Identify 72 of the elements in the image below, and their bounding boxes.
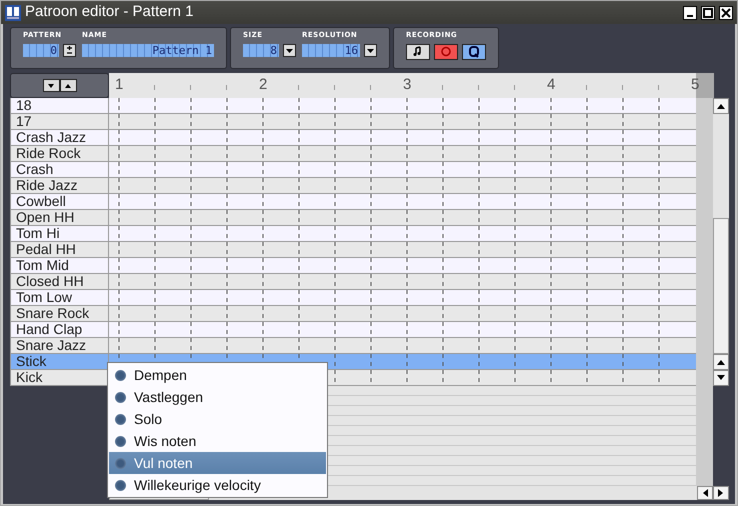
menu-item[interactable]: Dempen [109,364,326,386]
bullet-icon [115,436,126,446]
lcd-field[interactable]: 16 [302,44,360,57]
scroll-right-button[interactable] [713,486,729,500]
instrument-name[interactable]: Pedal HH [10,242,109,258]
instrument-name[interactable]: 18 [10,98,109,114]
menu-item[interactable]: Solo [109,408,326,430]
note-button[interactable] [406,44,430,60]
instrument-name[interactable]: Stick [10,354,109,370]
instrument-name[interactable]: Closed HH [10,274,109,290]
scroll-up-button[interactable] [713,354,729,370]
instrument-name[interactable]: Cowbell [10,194,109,210]
menu-item[interactable]: Willekeurige velocity [109,474,326,496]
caret-icon [285,46,294,55]
instrument-name[interactable]: 17 [10,114,109,130]
instrument-name[interactable]: Ride Jazz [10,178,109,194]
instrument-name[interactable]: Open HH [10,210,109,226]
menu-item[interactable]: Vastleggen [109,386,326,408]
right-arrow-icon [718,489,724,497]
instrument-name[interactable]: Kick [10,370,109,386]
q-icon [468,46,480,58]
scroll-up-button[interactable] [713,98,729,114]
instrument-name[interactable]: Hand Clap [10,322,109,338]
bullet-icon [115,370,126,380]
bullet-icon [115,480,126,490]
instrument-name[interactable]: Snare Jazz [10,338,109,354]
move-down-button[interactable] [42,79,60,92]
up-arrow-icon [717,103,725,109]
lcd-field[interactable]: 0 [23,44,59,57]
window-title: Patroon editor - Pattern 1 [25,2,194,22]
menu-item[interactable]: Wis noten [109,430,326,452]
maximize-icon [702,6,714,18]
ruler-number: 1 [115,76,124,93]
dropdown-button[interactable] [364,44,377,57]
instrument-name[interactable]: Ride Rock [10,146,109,162]
plus-minus-icon [65,45,74,56]
instrument-name[interactable]: Crash [10,162,109,178]
record-icon [440,46,452,58]
dropdown-button[interactable] [283,44,296,57]
down-arrow-icon [717,375,725,381]
scrollbar-thumb[interactable] [713,218,729,354]
spin-button[interactable] [63,44,76,57]
ruler-number: 2 [259,76,268,93]
record-button[interactable] [434,44,458,60]
bullet-icon [115,392,126,402]
minimize-button[interactable] [683,6,697,20]
ruler-number: 5 [691,76,700,93]
move-up-button[interactable] [60,79,76,92]
quantize-button[interactable] [462,44,486,60]
up-arrow-icon [717,359,725,365]
left-arrow-icon [702,489,708,497]
scroll-left-button[interactable] [697,486,713,500]
scroll-down-button[interactable] [713,370,729,386]
ruler-number: 4 [547,76,556,93]
lcd-field[interactable]: 8 [243,44,279,57]
bullet-icon [115,414,126,424]
bullet-icon [115,458,126,468]
app-icon [5,4,21,20]
instrument-name[interactable]: Tom Hi [10,226,109,242]
lcd-field[interactable]: Pattern 1 [82,44,214,57]
maximize-button[interactable] [701,6,715,20]
menu-item[interactable]: Vul noten [109,452,326,474]
instrument-name[interactable]: Crash Jazz [10,130,109,146]
ruler-number: 3 [403,76,412,93]
instrument-name[interactable]: Tom Low [10,290,109,306]
caret-icon [366,46,375,55]
note-icon [412,46,424,58]
instrument-name[interactable]: Tom Mid [10,258,109,274]
minimize-icon [687,14,693,16]
instrument-name[interactable]: Snare Rock [10,306,109,322]
close-button[interactable] [719,6,733,20]
close-icon [720,6,732,18]
